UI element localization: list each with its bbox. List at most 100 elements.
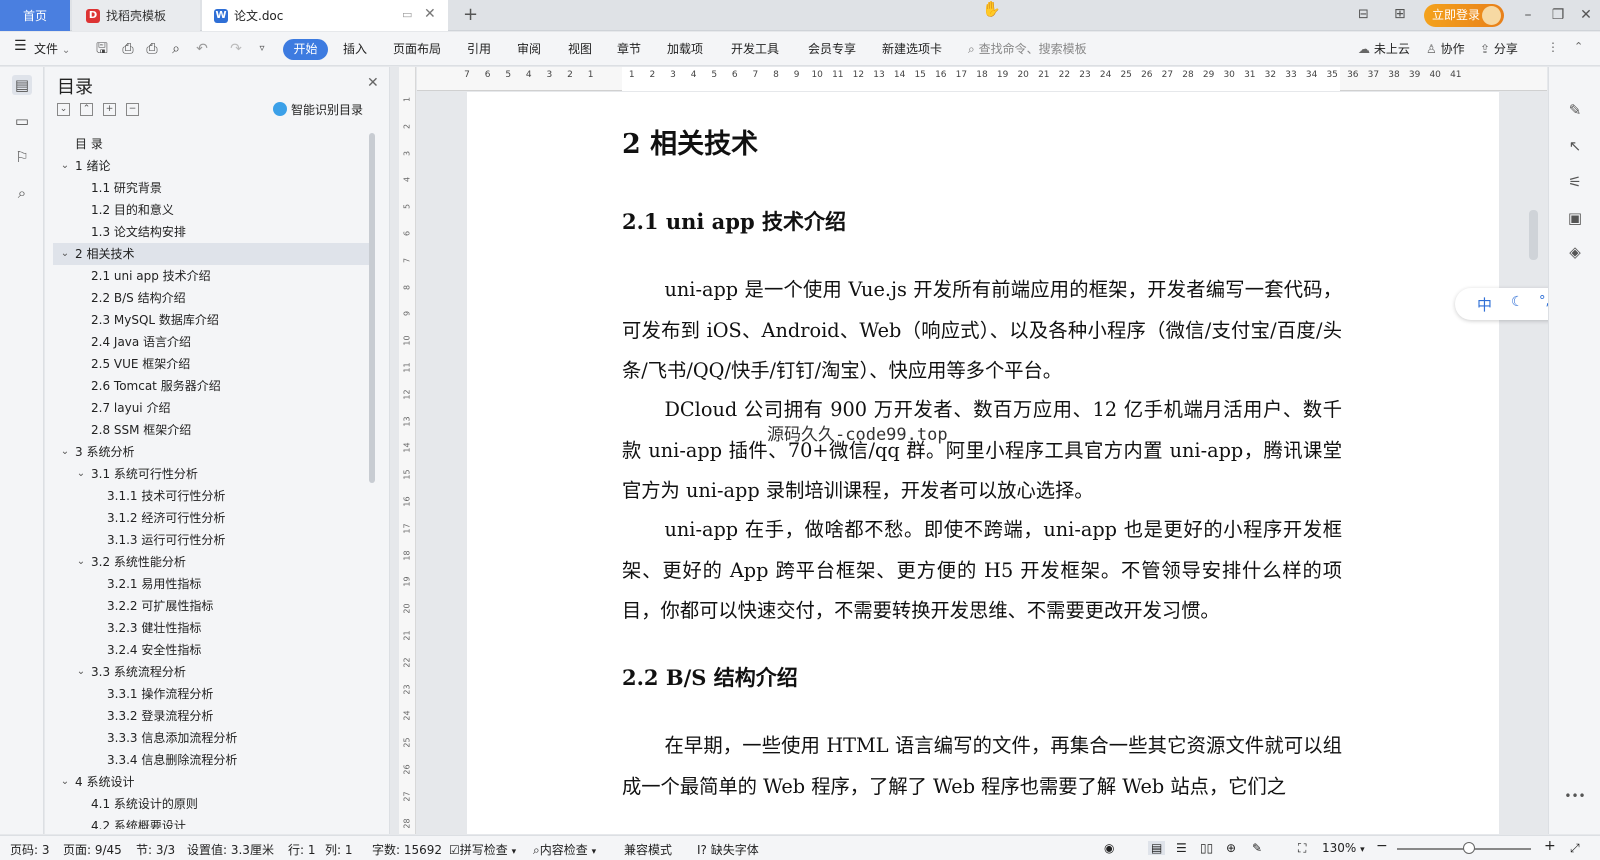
- minimize-icon[interactable]: –: [1518, 6, 1538, 24]
- paragraph-2[interactable]: DCloud 公司拥有 900 万开发者、数百万应用、12 亿手机端月活用户、数…: [622, 390, 1342, 512]
- menu-review[interactable]: 审阅: [517, 40, 541, 57]
- chevron-down-icon[interactable]: ⌄: [75, 463, 87, 485]
- moon-icon[interactable]: ☾: [1511, 294, 1524, 310]
- zoom-level[interactable]: 130% ▾: [1322, 841, 1365, 855]
- document-scrollbar[interactable]: [1529, 210, 1538, 260]
- document-page[interactable]: 2 相关技术 2.1 uni app 技术介绍 uni-app 是一个使用 Vu…: [467, 92, 1499, 834]
- zoom-out-icon[interactable]: −: [1376, 838, 1388, 854]
- toc-item[interactable]: 2.1 uni app 技术介绍: [53, 265, 371, 287]
- collab-button[interactable]: ♙ 协作: [1426, 40, 1465, 57]
- write-view-icon[interactable]: ✎: [1252, 841, 1262, 855]
- status-page[interactable]: 页面: 9/45: [63, 841, 122, 858]
- undo-icon[interactable]: ↶: [194, 41, 210, 57]
- image-tool-icon[interactable]: ▣: [1564, 207, 1586, 229]
- zoom-in-icon[interactable]: +: [1544, 838, 1556, 854]
- paragraph-4[interactable]: 在早期，一些使用 HTML 语言编写的文件，再集合一些其它资源文件就可以组成一个…: [622, 726, 1342, 807]
- zoom-slider-handle[interactable]: [1463, 842, 1475, 854]
- menu-view[interactable]: 视图: [568, 40, 592, 57]
- content-check-button[interactable]: ⌕内容检查 ▾: [533, 841, 596, 858]
- print-icon[interactable]: ⎙: [144, 41, 160, 57]
- menu-dev-tools[interactable]: 开发工具: [731, 40, 779, 57]
- window-float-icon[interactable]: ▭: [402, 8, 412, 21]
- find-icon[interactable]: ⌕: [12, 183, 32, 203]
- toc-item[interactable]: 目 录: [53, 133, 371, 155]
- new-tab-icon[interactable]: +: [463, 4, 478, 25]
- page-view-icon[interactable]: ▤: [1148, 841, 1166, 855]
- menu-chapter[interactable]: 章节: [617, 40, 641, 57]
- heading-1[interactable]: 2 相关技术: [622, 122, 1342, 161]
- expand-up-icon[interactable]: ⌃: [80, 103, 93, 116]
- share-button[interactable]: ⇪ 分享: [1480, 40, 1518, 57]
- toc-item[interactable]: ⌄ 1 绪论: [53, 155, 371, 177]
- chevron-down-icon[interactable]: ⌄: [75, 551, 87, 573]
- bookmark-icon[interactable]: ⚐: [12, 147, 32, 167]
- cloud-button[interactable]: ☁ 未上云: [1358, 40, 1410, 57]
- tab-document[interactable]: W 论文.doc ▭ ✕: [202, 0, 448, 31]
- toc-item[interactable]: 2.3 MySQL 数据库介绍: [53, 309, 371, 331]
- smart-toc-button[interactable]: 智能识别目录: [273, 101, 363, 118]
- more-icon[interactable]: ⋮: [1547, 40, 1559, 54]
- menu-reference[interactable]: 引用: [467, 40, 491, 57]
- expand-plus-icon[interactable]: +: [103, 103, 116, 116]
- redo-icon[interactable]: ↷: [228, 41, 244, 57]
- menu-member[interactable]: 会员专享: [808, 40, 856, 57]
- toc-item[interactable]: 2.6 Tomcat 服务器介绍: [53, 375, 371, 397]
- fullscreen-icon[interactable]: ⤢: [1570, 841, 1580, 856]
- toc-item[interactable]: 2.4 Java 语言介绍: [53, 331, 371, 353]
- toc-item[interactable]: 4.2 系统概要设计: [53, 815, 371, 829]
- toc-item[interactable]: 1.2 目的和意义: [53, 199, 371, 221]
- toc-item[interactable]: 3.1.2 经济可行性分析: [53, 507, 371, 529]
- command-search[interactable]: ⌕ 查找命令、搜索模板: [968, 40, 1087, 57]
- toc-item[interactable]: ⌄ 4 系统设计: [53, 771, 371, 793]
- heading-2-1[interactable]: 2.1 uni app 技术介绍: [622, 206, 1342, 236]
- save-icon[interactable]: 🖫: [94, 41, 110, 57]
- pointer-icon[interactable]: ↖: [1564, 135, 1586, 157]
- toc-item[interactable]: ⌄ 2 相关技术: [53, 243, 371, 265]
- print-preview-icon[interactable]: ⌕: [168, 41, 184, 57]
- toc-item[interactable]: ⌄ 3.1 系统可行性分析: [53, 463, 371, 485]
- missing-font-button[interactable]: Ⅰ? 缺失字体: [697, 841, 759, 858]
- collapse-minus-icon[interactable]: −: [126, 103, 139, 116]
- toc-item[interactable]: 2.7 layui 介绍: [53, 397, 371, 419]
- collapse-all-icon[interactable]: ⌄: [57, 103, 70, 116]
- restore-icon[interactable]: ❐: [1548, 6, 1568, 24]
- compass-icon[interactable]: ◈: [1564, 241, 1586, 263]
- chapter-nav-icon[interactable]: ▭: [12, 111, 32, 131]
- paragraph-3[interactable]: uni-app 在手，做啥都不愁。即使不跨端，uni-app 也是更好的小程序开…: [622, 510, 1342, 632]
- sliders-icon[interactable]: ⚟: [1564, 171, 1586, 193]
- collapse-ribbon-icon[interactable]: ⌃: [1574, 40, 1583, 53]
- pen-icon[interactable]: ✎: [1564, 99, 1586, 121]
- toc-item[interactable]: 2.8 SSM 框架介绍: [53, 419, 371, 441]
- heading-2-2[interactable]: 2.2 B/S 结构介绍: [622, 662, 1342, 692]
- apps-grid-icon[interactable]: ⊞: [1394, 6, 1406, 22]
- toc-item[interactable]: ⌄ 3.2 系统性能分析: [53, 551, 371, 573]
- layout-icon[interactable]: ⊟: [1358, 7, 1369, 22]
- toc-item[interactable]: 3.1.3 运行可行性分析: [53, 529, 371, 551]
- chevron-down-icon[interactable]: ⌄: [59, 243, 71, 265]
- tab-home[interactable]: 首页: [0, 0, 70, 31]
- toc-item[interactable]: 3.2.2 可扩展性指标: [53, 595, 371, 617]
- toc-item[interactable]: 3.2.3 健壮性指标: [53, 617, 371, 639]
- file-menu[interactable]: 文件 ⌄: [34, 40, 70, 57]
- toc-item[interactable]: 3.3.4 信息删除流程分析: [53, 749, 371, 771]
- chevron-down-icon[interactable]: ⌄: [59, 771, 71, 793]
- more-dots-icon[interactable]: •••: [1564, 785, 1586, 807]
- eye-protect-icon[interactable]: ◉: [1104, 841, 1114, 855]
- outline-view-icon[interactable]: ☰: [1176, 841, 1187, 855]
- web-view-icon[interactable]: ⊕: [1226, 841, 1236, 855]
- export-icon[interactable]: ⎙: [120, 41, 136, 57]
- read-view-icon[interactable]: ▯▯: [1200, 841, 1213, 855]
- toc-item[interactable]: 4.1 系统设计的原则: [53, 793, 371, 815]
- spell-check-button[interactable]: ☑拼写检查 ▾: [449, 841, 516, 858]
- tab-templates[interactable]: D 找稻壳模板: [72, 0, 200, 31]
- login-button[interactable]: 立即登录: [1424, 4, 1504, 27]
- menu-addons[interactable]: 加载项: [667, 40, 703, 57]
- toc-item[interactable]: 2.5 VUE 框架介绍: [53, 353, 371, 375]
- status-word-count[interactable]: 字数: 15692: [372, 841, 442, 858]
- toc-item[interactable]: 1.1 研究背景: [53, 177, 371, 199]
- toc-nav-icon[interactable]: ▤: [12, 75, 32, 95]
- toc-item[interactable]: 2.2 B/S 结构介绍: [53, 287, 371, 309]
- toc-item[interactable]: 3.3.3 信息添加流程分析: [53, 727, 371, 749]
- toc-item[interactable]: 3.2.4 安全性指标: [53, 639, 371, 661]
- toc-item[interactable]: ⌄ 3 系统分析: [53, 441, 371, 463]
